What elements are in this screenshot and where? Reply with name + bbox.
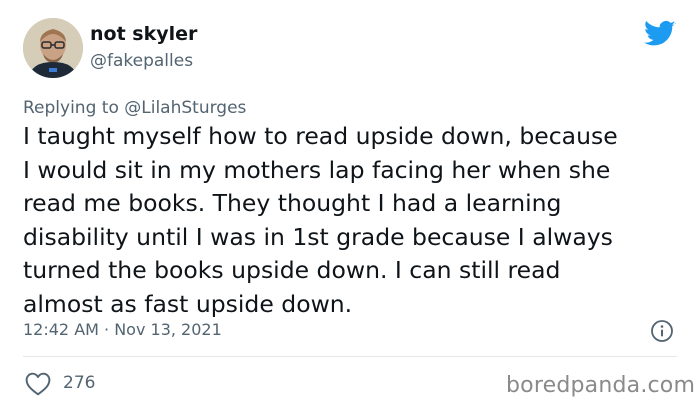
tweet-text-line: almost as fast upside down. [23,289,353,318]
avatar[interactable] [23,18,83,78]
tweet-text: I taught myself how to read upside down,… [23,120,618,321]
display-name[interactable]: not skyler [90,22,197,46]
twitter-bird-icon[interactable] [644,20,676,48]
reply-context: Replying to @LilahSturges [23,97,246,119]
tweet-text-line: I taught myself how to read upside down,… [23,122,618,150]
user-handle[interactable]: @fakepalles [90,50,193,72]
tweet-text-line: turned the books upside down. I can stil… [23,256,561,284]
divider [23,356,677,357]
like-count[interactable]: 276 [63,372,95,394]
avatar-image [23,18,83,78]
tweet-text-line: disability until I was in 1st grade beca… [23,222,613,251]
tweet-timestamp[interactable]: 12:42 AM · Nov 13, 2021 [23,319,222,341]
reply-mention-link[interactable]: @LilahSturges [124,98,246,118]
tweet-text-line: I would sit in my mothers lap facing her… [23,155,611,184]
tweet-text-line: read me books. They thought I had a lear… [23,189,562,217]
watermark: boredpanda.com [506,373,696,398]
info-icon[interactable] [650,319,674,343]
reply-prefix: Replying to [23,98,125,118]
heart-icon[interactable] [25,372,51,396]
tweet-card: not skyler @fakepalles Replying to @Lila… [0,0,700,410]
